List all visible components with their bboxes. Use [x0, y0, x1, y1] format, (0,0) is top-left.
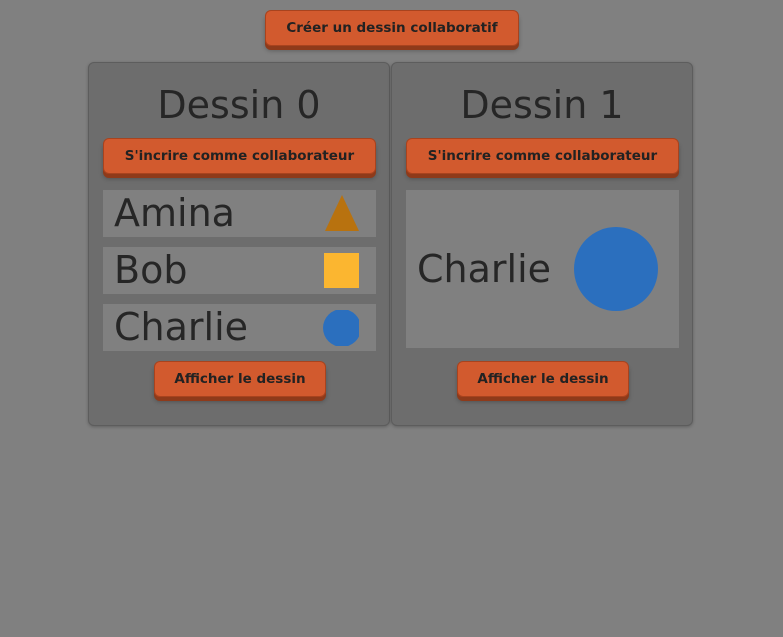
page: Créer un dessin collaboratif Dessin 0 S'…: [0, 0, 783, 637]
collaborator-row-charlie: Charlie: [406, 190, 679, 348]
create-drawing-button[interactable]: Créer un dessin collaboratif: [265, 10, 519, 46]
drawing-title: Dessin 0: [157, 83, 321, 127]
subscribe-collaborator-button[interactable]: S'incrire comme collaborateur: [406, 138, 679, 174]
drawing-card-1: Dessin 1 S'incrire comme collaborateur C…: [391, 62, 693, 426]
square-icon: [324, 253, 359, 288]
collaborator-name: Charlie: [114, 305, 249, 349]
circle-icon: [323, 310, 359, 346]
subscribe-collaborator-button[interactable]: S'incrire comme collaborateur: [103, 138, 376, 174]
collaborator-row-charlie: Charlie: [103, 304, 376, 351]
show-drawing-button[interactable]: Afficher le dessin: [457, 361, 629, 397]
collaborator-name: Amina: [114, 191, 235, 235]
drawing-card-0: Dessin 0 S'incrire comme collaborateur A…: [88, 62, 390, 426]
collaborator-row-bob: Bob: [103, 247, 376, 294]
show-drawing-button[interactable]: Afficher le dessin: [154, 361, 326, 397]
circle-icon: [574, 227, 658, 311]
triangle-icon: [325, 195, 359, 231]
triangle-shape: [325, 195, 359, 231]
drawing-title: Dessin 1: [460, 83, 624, 127]
collaborator-name: Charlie: [417, 247, 552, 291]
collaborator-row-amina: Amina: [103, 190, 376, 237]
collaborator-name: Bob: [114, 248, 188, 292]
